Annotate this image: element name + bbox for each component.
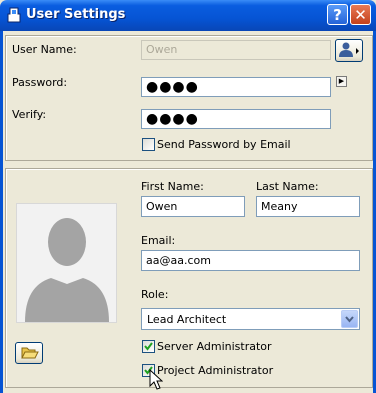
- folder-open-icon: [21, 347, 39, 359]
- verify-label: Verify:: [12, 108, 47, 121]
- role-select[interactable]: Lead Architect: [141, 308, 360, 330]
- role-select-value: Lead Architect: [147, 313, 227, 326]
- server-admin-label: Server Administrator: [157, 340, 272, 353]
- project-admin-label: Project Administrator: [157, 364, 274, 377]
- email-label: Email:: [141, 234, 176, 247]
- last-name-field[interactable]: Meany: [256, 196, 360, 217]
- last-name-label: Last Name:: [256, 180, 319, 193]
- server-admin-checkbox[interactable]: [142, 340, 155, 353]
- role-label: Role:: [141, 288, 169, 301]
- email-field[interactable]: aa@aa.com: [141, 250, 360, 271]
- arrow-right-icon[interactable]: ▶: [336, 76, 347, 87]
- username-label: User Name:: [12, 43, 77, 56]
- user-picker-icon: [339, 42, 359, 57]
- send-email-checkbox[interactable]: [142, 138, 155, 151]
- user-photo: [16, 203, 117, 323]
- folder-open-button[interactable]: [15, 342, 43, 364]
- verify-field[interactable]: ●●●●: [141, 109, 331, 129]
- username-field[interactable]: Owen: [141, 40, 331, 60]
- close-icon[interactable]: ✕: [350, 4, 371, 25]
- window-frame-left: [0, 31, 3, 393]
- first-name-field[interactable]: Owen: [141, 196, 245, 217]
- help-icon[interactable]: ?: [327, 4, 348, 25]
- dropdown-arrow-icon[interactable]: [341, 310, 358, 328]
- app-icon: [6, 6, 22, 24]
- first-name-label: First Name:: [141, 180, 204, 193]
- password-label: Password:: [12, 76, 68, 89]
- mouse-cursor-icon: [149, 369, 163, 390]
- send-email-label: Send Password by Email: [157, 138, 291, 151]
- window-title: User Settings: [26, 7, 126, 22]
- user-picker-button[interactable]: [335, 39, 363, 62]
- password-field[interactable]: ●●●●: [141, 77, 331, 97]
- title-bar: User Settings ? ✕: [0, 0, 376, 31]
